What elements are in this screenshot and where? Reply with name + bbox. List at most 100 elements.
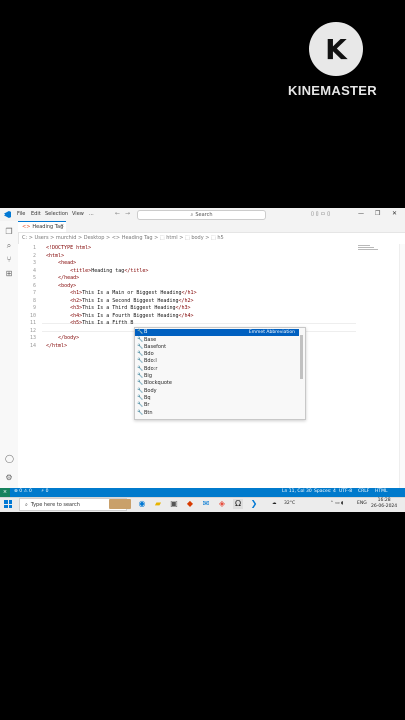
windows-start-icon[interactable] [4, 500, 12, 508]
line-number: 12 [29, 327, 36, 334]
code-token: > [64, 342, 68, 349]
suggestion-item[interactable]: 🔧 Btn [135, 409, 299, 416]
code-token: This Is a Main or Biggest Heading [82, 290, 182, 296]
encoding[interactable]: UTF-8 [339, 489, 352, 494]
tab-close-icon[interactable]: × [60, 223, 64, 229]
source-control-icon[interactable]: ⑂ [5, 256, 13, 264]
extensions-icon[interactable]: ⊞ [5, 270, 13, 278]
code-line[interactable]: <h1>This Is a Main or Biggest Heading</h… [46, 290, 197, 296]
problems-count[interactable]: ⊗ 0 ⚠ 0 [14, 489, 32, 494]
suggestion-item[interactable]: 🔧 B Emmet Abbreviation [135, 329, 299, 336]
suggestion-scrollbar[interactable] [300, 335, 303, 379]
close-window-icon[interactable]: ✕ [392, 210, 397, 217]
line-number: 2 [32, 252, 36, 259]
suggestion-item[interactable]: 🔧 Bdo:l [135, 358, 299, 365]
menu-view[interactable]: View [72, 211, 84, 217]
cursor-position[interactable]: Ln 11, Col 30 [282, 489, 312, 494]
remote-indicator-icon[interactable]: ⨯ [0, 488, 10, 497]
suggestion-item[interactable]: 🔧 Bq [135, 395, 299, 402]
suggestion-label: Bdo:r [144, 365, 158, 372]
suggestion-item[interactable]: 🔧 Bdo [135, 351, 299, 358]
code-line[interactable]: <h3>This Is a Third Biggest Heading</h3> [46, 305, 190, 311]
suggestion-item[interactable]: 🔧 Br [135, 402, 299, 409]
weather-temp[interactable]: 32°C [284, 501, 295, 506]
code-token: > [145, 267, 149, 274]
kinemaster-watermark-text: KINEMASTER [288, 83, 377, 98]
taskbar-clock[interactable]: 16:28 26-06-2024 [371, 498, 397, 510]
nav-forward-icon[interactable]: → [125, 210, 130, 217]
tab-heading-tag[interactable]: <> Heading Tag [18, 221, 66, 232]
code-line[interactable]: <html> [46, 253, 64, 259]
layout-toggle-icons[interactable]: ▯▯▭▯ [311, 211, 332, 217]
settings-gear-icon[interactable]: ⚙ [5, 474, 13, 482]
code-line[interactable]: <h4>This Is a Fourth Biggest Heading</h4… [46, 312, 194, 319]
suggestion-label: Br [144, 402, 150, 409]
office-icon[interactable]: ◆ [185, 499, 195, 509]
input-language[interactable]: ENG [357, 501, 367, 506]
menu-selection[interactable]: Selection [45, 211, 68, 217]
line-number: 8 [32, 297, 36, 304]
nav-back-icon[interactable]: ← [115, 210, 120, 217]
maximize-icon[interactable]: ❐ [375, 210, 380, 217]
account-icon[interactable]: ◯ [5, 455, 14, 463]
code-line[interactable]: <h5>This Is a Fifth B [46, 320, 133, 326]
language-mode[interactable]: HTML [375, 489, 388, 494]
explorer-icon[interactable]: ❐ [5, 228, 13, 236]
wrench-icon: 🔧 [137, 387, 144, 394]
menu-file[interactable]: File [17, 211, 25, 217]
weather-icon[interactable]: ☁ [272, 501, 277, 506]
suggestion-item[interactable]: 🔧 Blockquote [135, 380, 299, 387]
line-number: 3 [32, 260, 36, 266]
suggestion-item[interactable]: 🔧 Bdo:r [135, 366, 299, 373]
mail-icon[interactable]: ✉ [201, 499, 211, 509]
code-token: title [130, 267, 146, 274]
suggestion-item[interactable]: 🔧 Base [135, 336, 299, 343]
suggestion-item[interactable]: 🔧 Body [135, 387, 299, 394]
line-number: 7 [32, 290, 36, 296]
app-icon[interactable]: ◈ [217, 499, 227, 509]
code-line[interactable]: <title>Heading tag</title> [46, 268, 148, 274]
edge-browser-icon[interactable]: ◉ [137, 499, 147, 509]
search-view-icon[interactable]: ⌕ [5, 242, 13, 250]
indentation[interactable]: Spaces: 4 [314, 489, 336, 494]
code-token: html [52, 342, 65, 349]
code-line[interactable]: </head> [46, 275, 79, 281]
taskbar-search-placeholder: Type here to search [30, 501, 80, 508]
tab-bar [18, 221, 405, 233]
line-ending[interactable]: CRLF [358, 489, 369, 494]
line-number: 5 [32, 275, 36, 281]
line-number: 1 [32, 245, 36, 251]
suggestion-item[interactable]: 🔧 Big [135, 373, 299, 380]
menu-edit[interactable]: Edit [31, 211, 41, 217]
code-line[interactable]: <!DOCTYPE html> [46, 245, 91, 251]
menu-more[interactable]: ... [89, 211, 94, 217]
minimap[interactable] [358, 244, 380, 256]
code-line[interactable]: </body> [46, 335, 79, 341]
code-line[interactable]: <h2>This Is a Second Biggest Heading</h2… [46, 297, 193, 304]
file-explorer-icon[interactable]: ▰ [153, 499, 163, 509]
tray-icons[interactable]: ⌃ ▭ ◖ [330, 501, 343, 506]
minimize-icon[interactable]: — [358, 210, 364, 217]
breadcrumb[interactable]: C: > Users > murchid > Desktop > <> Head… [22, 235, 224, 241]
code-line[interactable]: <body> [46, 283, 76, 289]
store-icon[interactable]: ▣ [169, 499, 179, 509]
ports-count[interactable]: ⚡ 0 [41, 489, 48, 494]
code-line[interactable]: </html> [46, 343, 67, 349]
suggestion-item[interactable]: 🔧 Basefont [135, 344, 299, 351]
taskbar-widget-image[interactable] [109, 499, 131, 509]
command-search-box[interactable]: ⌕ Search [137, 210, 266, 220]
editor-scrollbar[interactable] [399, 244, 405, 498]
code-line[interactable]: <head> [46, 260, 76, 266]
suggestion-widget[interactable]: 🔧 B Emmet Abbreviation 🔧 Base 🔧 Basefont 🔧 Bdo 🔧 B… [134, 327, 306, 420]
code-token: Heading tag [91, 267, 125, 274]
terminal-icon[interactable]: Ω [233, 499, 243, 509]
code-token: > [190, 312, 194, 319]
wrench-icon: 🔧 [137, 394, 144, 401]
code-token: This Is a Second Biggest Heading [82, 297, 179, 304]
wrench-icon: 🔧 [137, 336, 144, 343]
code-token: This Is a Fifth B [82, 320, 134, 326]
code-token: > [193, 290, 197, 296]
line-number: 4 [32, 267, 36, 274]
code-token: > [88, 245, 92, 251]
vscode-taskbar-icon[interactable]: ❯ [249, 499, 259, 509]
